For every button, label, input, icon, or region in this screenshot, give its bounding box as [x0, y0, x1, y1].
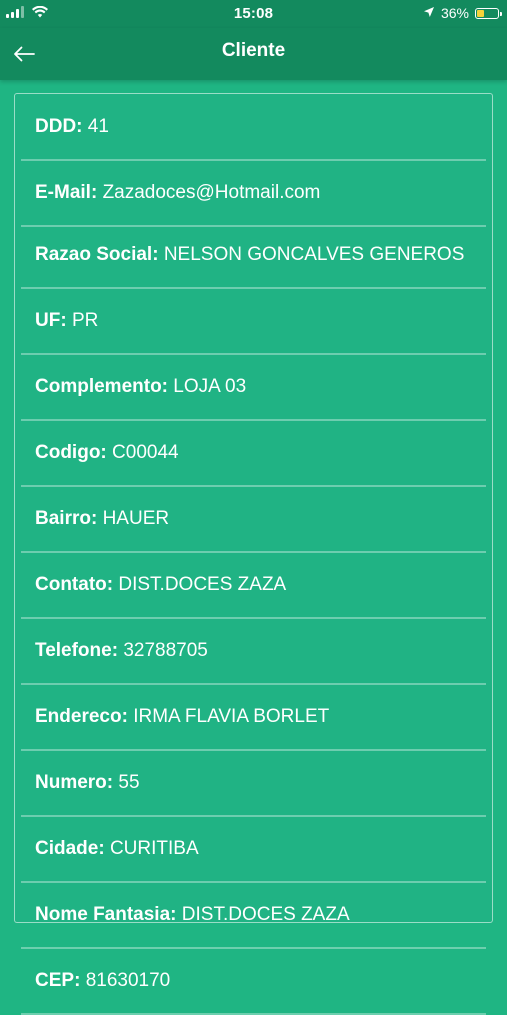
- field-row: Bairro: HAUER: [21, 487, 486, 553]
- status-right: 36%: [423, 5, 502, 21]
- field-value: PR: [71, 310, 99, 331]
- field-value: 81630170: [85, 970, 171, 991]
- field-label: Cidade:: [35, 838, 110, 859]
- field-value: IRMA FLAVIA BORLET: [133, 706, 330, 727]
- field-row: Codigo: C00044: [21, 421, 486, 487]
- field-label: Numero:: [35, 772, 119, 793]
- field-row: Complemento: LOJA 03: [21, 355, 486, 421]
- field-label: CEP:: [35, 970, 86, 991]
- field-label: Endereco:: [35, 706, 134, 727]
- field-label: Nome Fantasia:: [35, 904, 182, 925]
- field-row: Telefone: 32788705: [21, 619, 486, 685]
- client-details-card: DDD: 41 E-Mail: Zazadoces@Hotmail.com Ra…: [14, 93, 493, 1015]
- battery-percent: 36%: [440, 5, 469, 21]
- field-list: DDD: 41 E-Mail: Zazadoces@Hotmail.com Ra…: [15, 94, 492, 1015]
- field-label: Codigo:: [35, 442, 113, 463]
- field-value: NELSON GONCALVES GENEROS: [163, 244, 465, 265]
- field-value: LOJA 03: [173, 376, 247, 397]
- page-title: Cliente: [221, 40, 286, 61]
- field-label: E-Mail:: [35, 182, 103, 203]
- field-value: HAUER: [102, 508, 170, 529]
- field-row: Cidade: CURITIBA: [21, 817, 486, 883]
- field-label: Complemento:: [35, 376, 174, 397]
- field-value: 32788705: [123, 640, 208, 661]
- field-label: Telefone:: [35, 640, 124, 661]
- field-value: DIST.DOCES ZAZA: [118, 574, 287, 595]
- field-value: DIST.DOCES ZAZA: [181, 904, 350, 925]
- location-icon: [423, 5, 435, 21]
- field-label: Bairro:: [35, 508, 103, 529]
- field-row: Contato: DIST.DOCES ZAZA: [21, 553, 486, 619]
- field-row: DDD: 41: [21, 94, 486, 161]
- field-label: UF:: [35, 310, 72, 331]
- battery-level: [477, 9, 484, 17]
- field-row: Nome Fantasia: DIST.DOCES ZAZA: [21, 883, 486, 949]
- field-value: CURITIBA: [109, 838, 199, 859]
- field-value: 41: [87, 116, 109, 137]
- field-row: Endereco: IRMA FLAVIA BORLET: [21, 685, 486, 751]
- field-row: E-Mail: Zazadoces@Hotmail.com: [21, 161, 486, 227]
- field-row: UF: PR: [21, 289, 486, 355]
- field-row: CEP: 81630170: [21, 949, 486, 1015]
- field-label: Contato:: [35, 574, 119, 595]
- battery-icon: [475, 7, 502, 19]
- field-row: Numero: 55: [21, 751, 486, 817]
- field-value: Zazadoces@Hotmail.com: [102, 182, 321, 203]
- field-value: C00044: [112, 442, 179, 463]
- field-value: 55: [118, 772, 140, 793]
- field-label: DDD:: [35, 116, 88, 137]
- field-row: Razao Social: NELSON GONCALVES GENEROS: [21, 227, 486, 289]
- status-bar: 15:08 36%: [0, 0, 507, 28]
- field-label: Razao Social:: [35, 244, 164, 265]
- app-bar: Cliente: [0, 28, 507, 80]
